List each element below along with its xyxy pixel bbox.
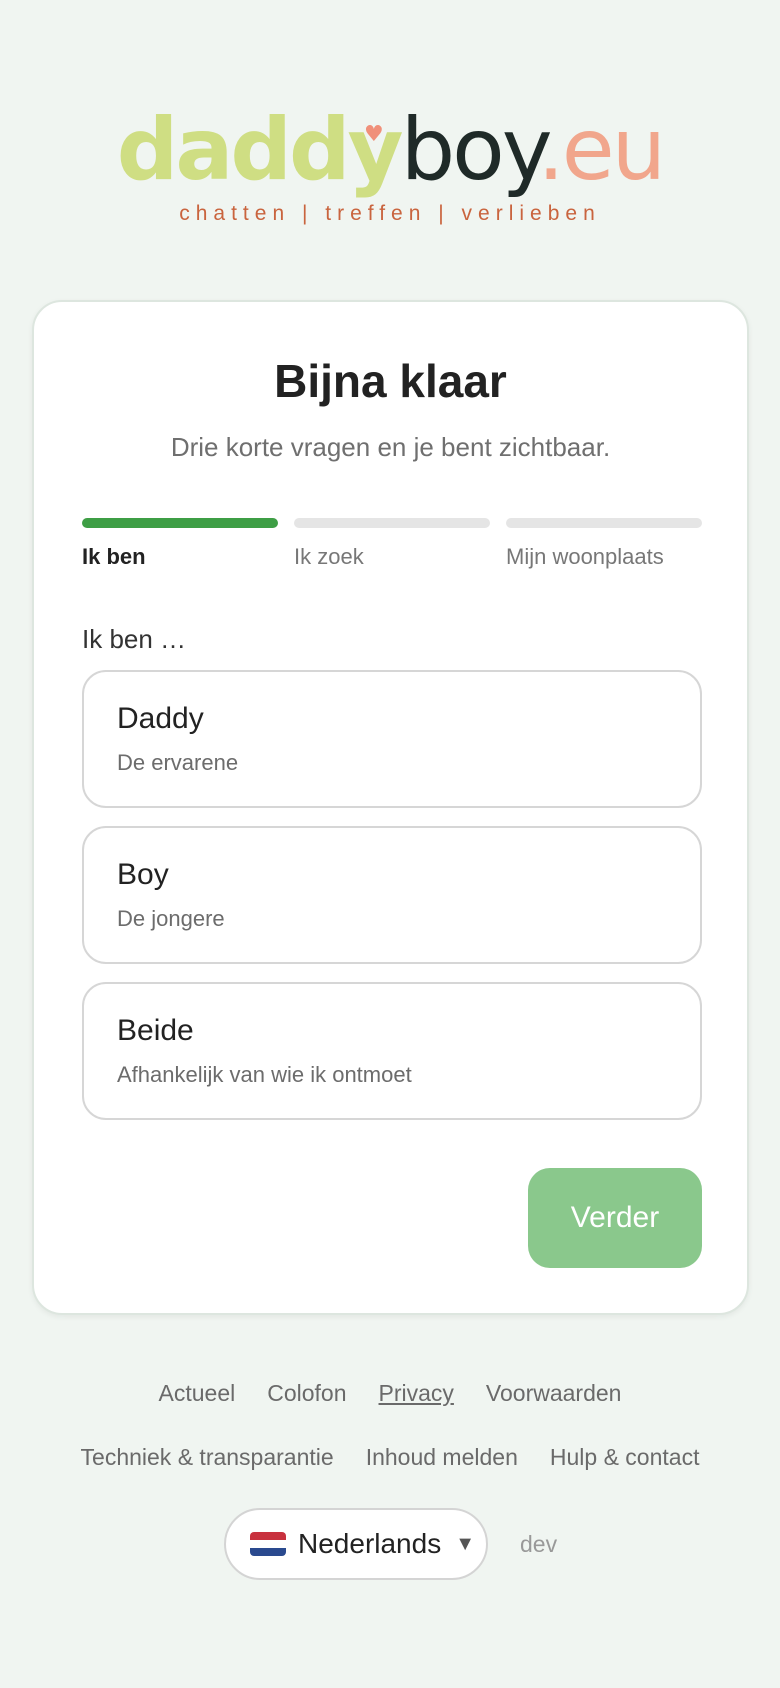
question-label: Ik ben … — [82, 624, 187, 654]
step-label: Ik ben — [82, 544, 146, 569]
option-beide[interactable]: Beide Afhankelijk van wie ik ontmoet — [82, 982, 702, 1120]
option-description: Afhankelijk van wie ik ontmoet — [117, 1062, 412, 1087]
step-ik-ben: Ik ben — [82, 518, 278, 570]
step-ik-zoek: Ik zoek — [294, 518, 490, 570]
language-select[interactable]: Nederlands ▼ — [224, 1508, 488, 1580]
tagline: chatten | treffen | verlieben — [179, 202, 601, 225]
footer-links-primary: Actueel Colofon Privacy Voorwaarden — [0, 1380, 780, 1407]
logo-part-domain: .eu — [537, 100, 666, 200]
step-label: Mijn woonplaats — [506, 544, 664, 569]
language-label: Nederlands — [298, 1528, 442, 1559]
option-boy[interactable]: Boy De jongere — [82, 826, 702, 964]
footer-links-secondary: Techniek & transparantie Inhoud melden H… — [0, 1444, 780, 1471]
option-description: De ervarene — [117, 750, 239, 775]
step-mijn-woonplaats: Mijn woonplaats — [506, 518, 702, 570]
option-daddy[interactable]: Daddy De ervarene — [82, 670, 702, 808]
option-title: Boy — [117, 858, 169, 891]
logo-part-daddy: daddy — [116, 100, 404, 200]
heart-icon: ♥ — [364, 122, 384, 147]
step-label: Ik zoek — [294, 544, 364, 569]
caret-down-icon: ▼ — [455, 1532, 475, 1555]
logo-part-boy: boy — [400, 100, 541, 200]
next-button[interactable]: Verder — [528, 1168, 702, 1268]
env-label: dev — [520, 1530, 558, 1557]
card-title: Bijna klaar — [274, 355, 507, 407]
language-area: Nederlands ▼ dev — [224, 1508, 557, 1580]
footer-link-techniek[interactable]: Techniek & transparantie — [81, 1444, 334, 1471]
step-bar — [506, 518, 702, 528]
footer-link-voorwaarden[interactable]: Voorwaarden — [486, 1380, 622, 1407]
footer-link-actueel[interactable]: Actueel — [159, 1380, 236, 1407]
option-description: De jongere — [117, 906, 225, 931]
footer-link-colofon[interactable]: Colofon — [267, 1380, 346, 1407]
option-title: Beide — [117, 1014, 194, 1047]
step-bar — [82, 518, 278, 528]
logo[interactable]: daddyboy.eu — [0, 104, 780, 196]
option-title: Daddy — [117, 702, 204, 735]
footer-link-inhoud-melden[interactable]: Inhoud melden — [366, 1444, 518, 1471]
onboarding-card: Bijna klaar Drie korte vragen en je bent… — [32, 300, 749, 1315]
footer-link-privacy[interactable]: Privacy — [379, 1380, 454, 1407]
step-bar — [294, 518, 490, 528]
flag-nl-icon — [250, 1532, 286, 1556]
footer-link-hulp-contact[interactable]: Hulp & contact — [550, 1444, 700, 1471]
card-subtitle: Drie korte vragen en je bent zichtbaar. — [170, 432, 611, 462]
